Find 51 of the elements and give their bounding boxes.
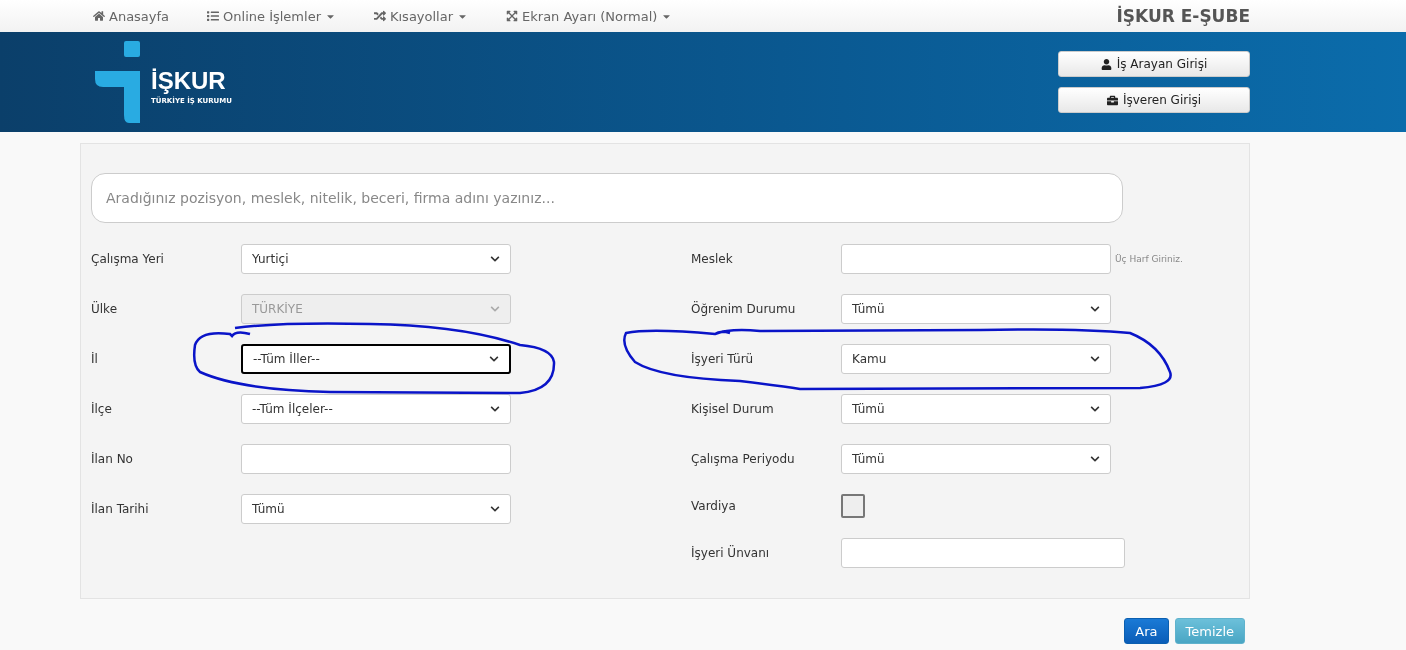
list-icon: [207, 10, 220, 22]
shuffle-icon: [374, 10, 386, 22]
login-button[interactable]: İşveren Girişi: [1058, 87, 1250, 113]
field-label: İlçe: [91, 402, 113, 416]
login-button[interactable]: İş Arayan Girişi: [1058, 51, 1250, 77]
chevron-down-icon: [1090, 454, 1100, 464]
chevron-down-icon: [1090, 404, 1100, 414]
user-icon: [1100, 58, 1112, 70]
chevron-down-icon: [1090, 354, 1100, 364]
dropdown-select[interactable]: Tümü: [241, 494, 511, 524]
field-label: Ülke: [91, 302, 119, 316]
field-label: Çalışma Periyodu: [691, 452, 796, 466]
field-label: Çalışma Yeri: [91, 252, 165, 266]
field-label: Kişisel Durum: [691, 402, 775, 416]
search-field[interactable]: Aradığınız pozisyon, meslek, nitelik, beceri, firma adını yazınız...: [91, 173, 1123, 223]
field-label: Meslek: [691, 252, 734, 266]
text-field[interactable]: [241, 444, 511, 474]
action-button[interactable]: Ara: [1124, 618, 1169, 644]
dropdown-select[interactable]: Tümü: [841, 294, 1111, 324]
dropdown-select[interactable]: Yurtiçi: [241, 244, 511, 274]
field-label: İşyeri Türü: [691, 352, 755, 366]
chevron-down-icon: [490, 404, 500, 414]
nav-link[interactable]: Ekran Ayarı (Normal): [506, 8, 673, 24]
chevron-down-icon: [1090, 304, 1100, 314]
chevron-down-icon: [490, 304, 500, 314]
field-label: İlan Tarihi: [91, 502, 150, 516]
nav-link[interactable]: Anasayfa: [93, 8, 170, 24]
dropdown-select[interactable]: Tümü: [841, 394, 1111, 424]
nav-link[interactable]: Online İşlemler: [207, 8, 336, 24]
expand-icon: [506, 10, 519, 22]
chevron-down-icon: [490, 504, 500, 514]
checkbox[interactable]: [841, 494, 865, 518]
chevron-down-icon: [490, 254, 500, 264]
site-title: İŞKUR E-ŞUBE: [1116, 6, 1250, 26]
dropdown-select[interactable]: Kamu: [841, 344, 1111, 374]
nav-link[interactable]: Kısayollar: [374, 8, 469, 24]
briefcase-icon: [1106, 94, 1118, 106]
field-label: Vardiya: [691, 499, 737, 513]
field-label: Öğrenim Durumu: [691, 302, 797, 316]
chevron-down-icon: [489, 354, 499, 364]
dropdown-select[interactable]: --Tüm İlçeler--: [241, 394, 511, 424]
text-field[interactable]: [841, 244, 1111, 274]
field-label: İşyeri Ünvanı: [691, 546, 771, 560]
logo-text: İŞKUR: [151, 69, 227, 93]
text-field[interactable]: [841, 538, 1125, 568]
hint-text: Üç Harf Giriniz.: [1115, 254, 1183, 264]
field-label: İl: [91, 352, 99, 366]
field-label: İlan No: [91, 452, 134, 466]
home-icon: [93, 10, 105, 22]
dropdown-select[interactable]: --Tüm İller--: [241, 344, 511, 374]
dropdown-select[interactable]: Tümü: [841, 444, 1111, 474]
